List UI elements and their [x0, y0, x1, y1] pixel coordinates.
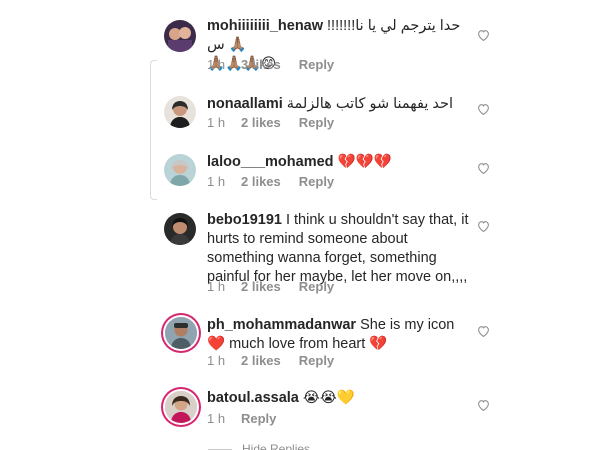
hide-replies-button[interactable]: Hide Replies: [208, 442, 310, 450]
comment-time: 1 h: [207, 353, 226, 368]
comment-meta: 1 h 2 likes Reply: [207, 174, 334, 189]
comment-username[interactable]: bebo19191: [207, 212, 282, 228]
comment-username[interactable]: laloo___mohamed: [207, 154, 334, 170]
comment-likes[interactable]: 2 likes: [241, 279, 281, 294]
comment-body: ph_mohammadanwar She is my icon ❤️ much l…: [207, 316, 467, 354]
like-heart-icon[interactable]: [477, 29, 490, 41]
avatar[interactable]: [164, 20, 196, 52]
hide-replies-label: Hide Replies: [242, 442, 311, 450]
reply-button[interactable]: Reply: [299, 174, 334, 189]
reply-button[interactable]: Reply: [241, 411, 276, 426]
comment-likes[interactable]: 2 likes: [241, 174, 281, 189]
comment-time: 1 h: [207, 279, 226, 294]
like-heart-icon[interactable]: [477, 103, 490, 115]
avatar[interactable]: [164, 213, 196, 245]
comment-time: 1 h: [207, 174, 226, 189]
comment-username[interactable]: nonaallami: [207, 96, 283, 112]
comment-body: batoul.assala 😭😭💛: [207, 389, 467, 408]
avatar[interactable]: [165, 391, 197, 423]
like-heart-icon[interactable]: [477, 162, 490, 174]
like-heart-icon[interactable]: [477, 399, 490, 411]
comment-likes[interactable]: 2 likes: [241, 115, 281, 130]
like-heart-icon[interactable]: [477, 325, 490, 337]
comment-text: 😭😭💛: [302, 390, 355, 406]
comment-body: laloo___mohamed 💔💔💔: [207, 153, 467, 172]
comment-meta: 1 h 3 likes Reply: [207, 57, 334, 72]
reply-button[interactable]: Reply: [299, 279, 334, 294]
comments-screen: mohiiiiiiii_henaw حدا يترجم لي يا نا!!!!!…: [0, 0, 600, 450]
comment-username[interactable]: ph_mohammadanwar: [207, 317, 356, 333]
comment-meta: 1 h Reply: [207, 411, 276, 426]
avatar[interactable]: [164, 154, 196, 186]
comment-time: 1 h: [207, 115, 226, 130]
avatar[interactable]: [164, 96, 196, 128]
comment-text: 💔💔💔: [337, 154, 392, 170]
like-heart-icon[interactable]: [477, 220, 490, 232]
comment-meta: 1 h 2 likes Reply: [207, 115, 334, 130]
comment-username[interactable]: batoul.assala: [207, 390, 299, 406]
comment-meta: 1 h 2 likes Reply: [207, 353, 334, 368]
comment-username[interactable]: mohiiiiiiii_henaw: [207, 18, 323, 34]
reply-button[interactable]: Reply: [299, 57, 334, 72]
comment-time: 1 h: [207, 57, 226, 72]
comment-likes[interactable]: 2 likes: [241, 353, 281, 368]
avatar[interactable]: [165, 317, 197, 349]
comment-text: احد يفهمنا شو كاتب هالزلمة: [286, 96, 453, 112]
comment-likes[interactable]: 3 likes: [241, 57, 281, 72]
reply-button[interactable]: Reply: [299, 115, 334, 130]
reply-button[interactable]: Reply: [299, 353, 334, 368]
comment-body: bebo19191 I think u shouldn't say that, i…: [207, 211, 477, 287]
reply-thread-line: [150, 60, 157, 200]
comment-time: 1 h: [207, 411, 226, 426]
hide-replies-dash: [208, 448, 232, 450]
comment-meta: 1 h 2 likes Reply: [207, 279, 334, 294]
comment-body: nonaallami احد يفهمنا شو كاتب هالزلمة: [207, 95, 467, 114]
